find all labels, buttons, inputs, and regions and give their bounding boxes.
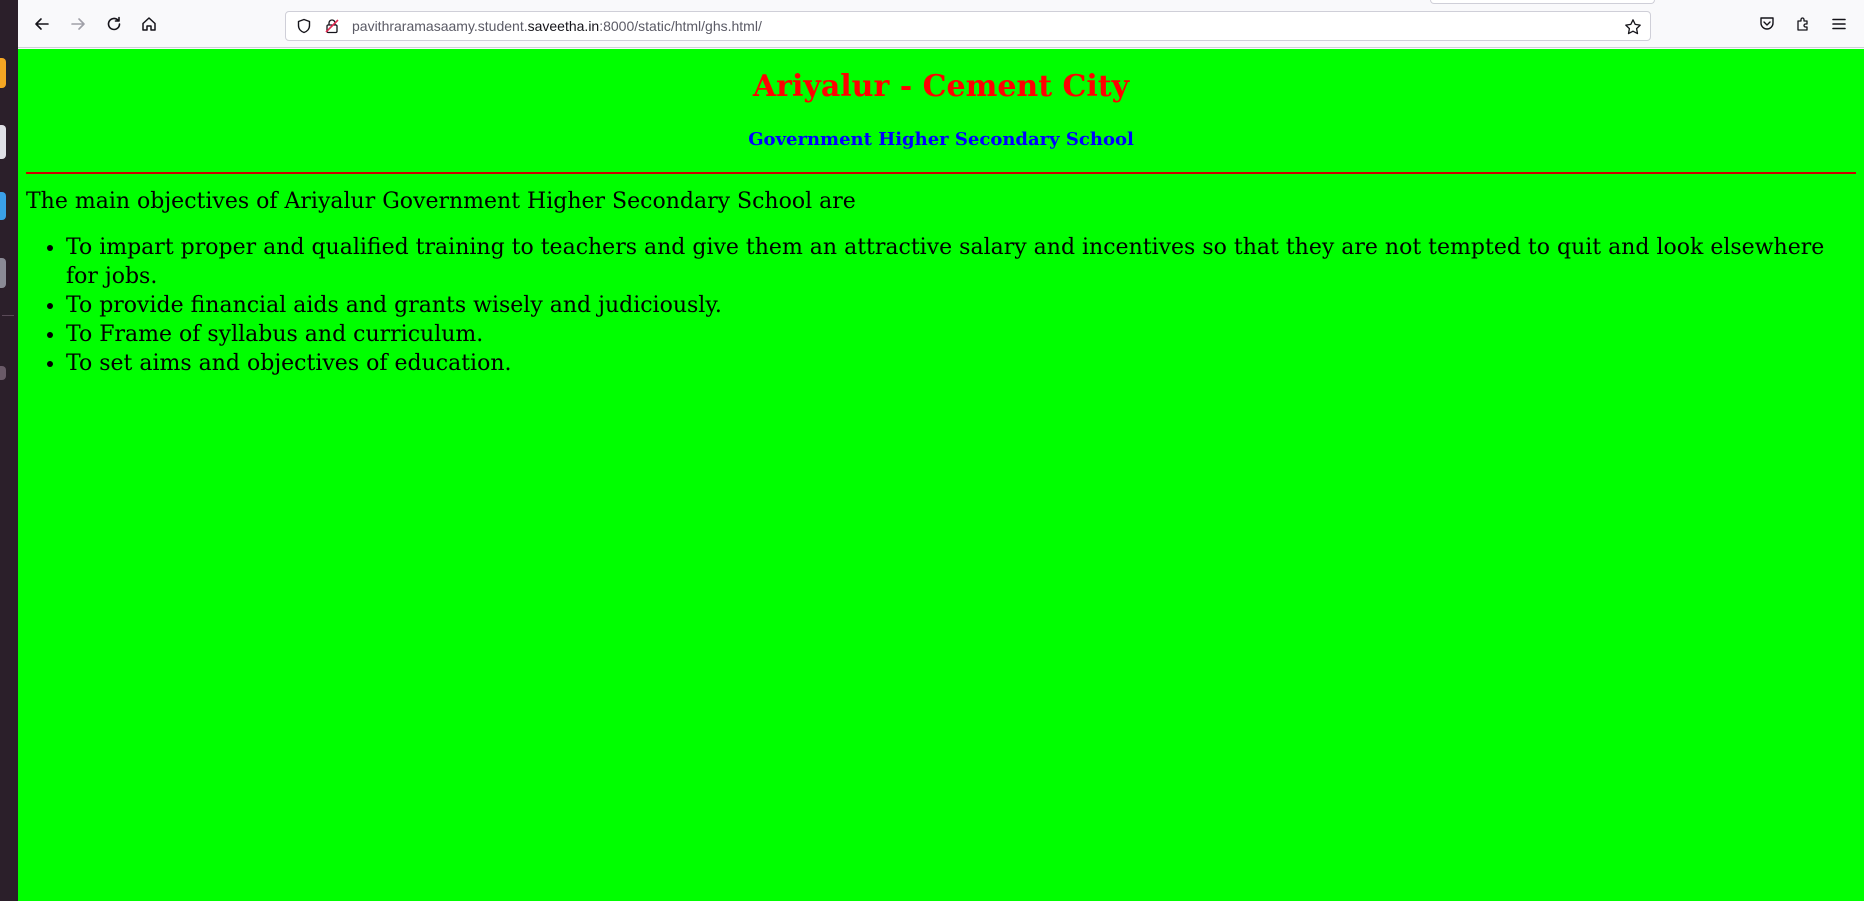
page-subtitle: Government Higher Secondary School — [748, 129, 1134, 150]
address-bar[interactable]: pavithraramasaamy.student.saveetha.in:80… — [285, 11, 1651, 41]
page-content: Ariyalur - Cement City Government Higher… — [18, 49, 1864, 901]
dock-app-icon[interactable] — [0, 366, 6, 380]
menu-icon[interactable] — [1830, 15, 1848, 33]
intro-paragraph: The main objectives of Ariyalur Governme… — [26, 189, 856, 214]
dock-app-icon[interactable] — [0, 125, 6, 159]
os-dock — [0, 0, 18, 901]
horizontal-rule — [26, 172, 1856, 174]
home-button[interactable] — [135, 10, 163, 38]
list-item: To Frame of syllabus and curriculum. — [66, 320, 1856, 349]
back-icon — [35, 18, 49, 30]
objectives-list: To impart proper and qualified training … — [66, 233, 1856, 378]
pocket-icon[interactable] — [1758, 15, 1776, 33]
page-title: Ariyalur - Cement City — [752, 69, 1130, 104]
dock-app-icon[interactable] — [0, 58, 6, 88]
dock-app-icon[interactable] — [0, 192, 6, 220]
forward-icon — [71, 18, 85, 30]
list-item: To set aims and objectives of education. — [66, 349, 1856, 378]
back-button[interactable] — [28, 10, 56, 38]
shield-icon[interactable] — [296, 18, 312, 34]
dock-separator — [2, 315, 14, 316]
star-icon[interactable] — [1624, 18, 1642, 36]
reload-button[interactable] — [100, 10, 128, 38]
home-icon — [142, 17, 156, 31]
browser-toolbar: pavithraramasaamy.student.saveetha.in:80… — [18, 0, 1864, 48]
reload-icon — [107, 16, 121, 31]
list-item: To impart proper and qualified training … — [66, 233, 1856, 291]
list-item: To provide financial aids and grants wis… — [66, 291, 1856, 320]
url-suffix: :8000/static/html/ghs.html/ — [599, 18, 762, 34]
forward-button[interactable] — [64, 10, 92, 38]
lock-icon[interactable] — [324, 18, 340, 34]
url-host: saveetha.in — [527, 18, 600, 34]
url-text[interactable]: pavithraramasaamy.student.saveetha.in:80… — [352, 18, 762, 34]
url-prefix: pavithraramasaamy.student. — [352, 18, 528, 34]
tab-edge — [1430, 0, 1655, 4]
extensions-icon[interactable] — [1794, 15, 1812, 33]
dock-app-icon[interactable] — [0, 258, 6, 288]
